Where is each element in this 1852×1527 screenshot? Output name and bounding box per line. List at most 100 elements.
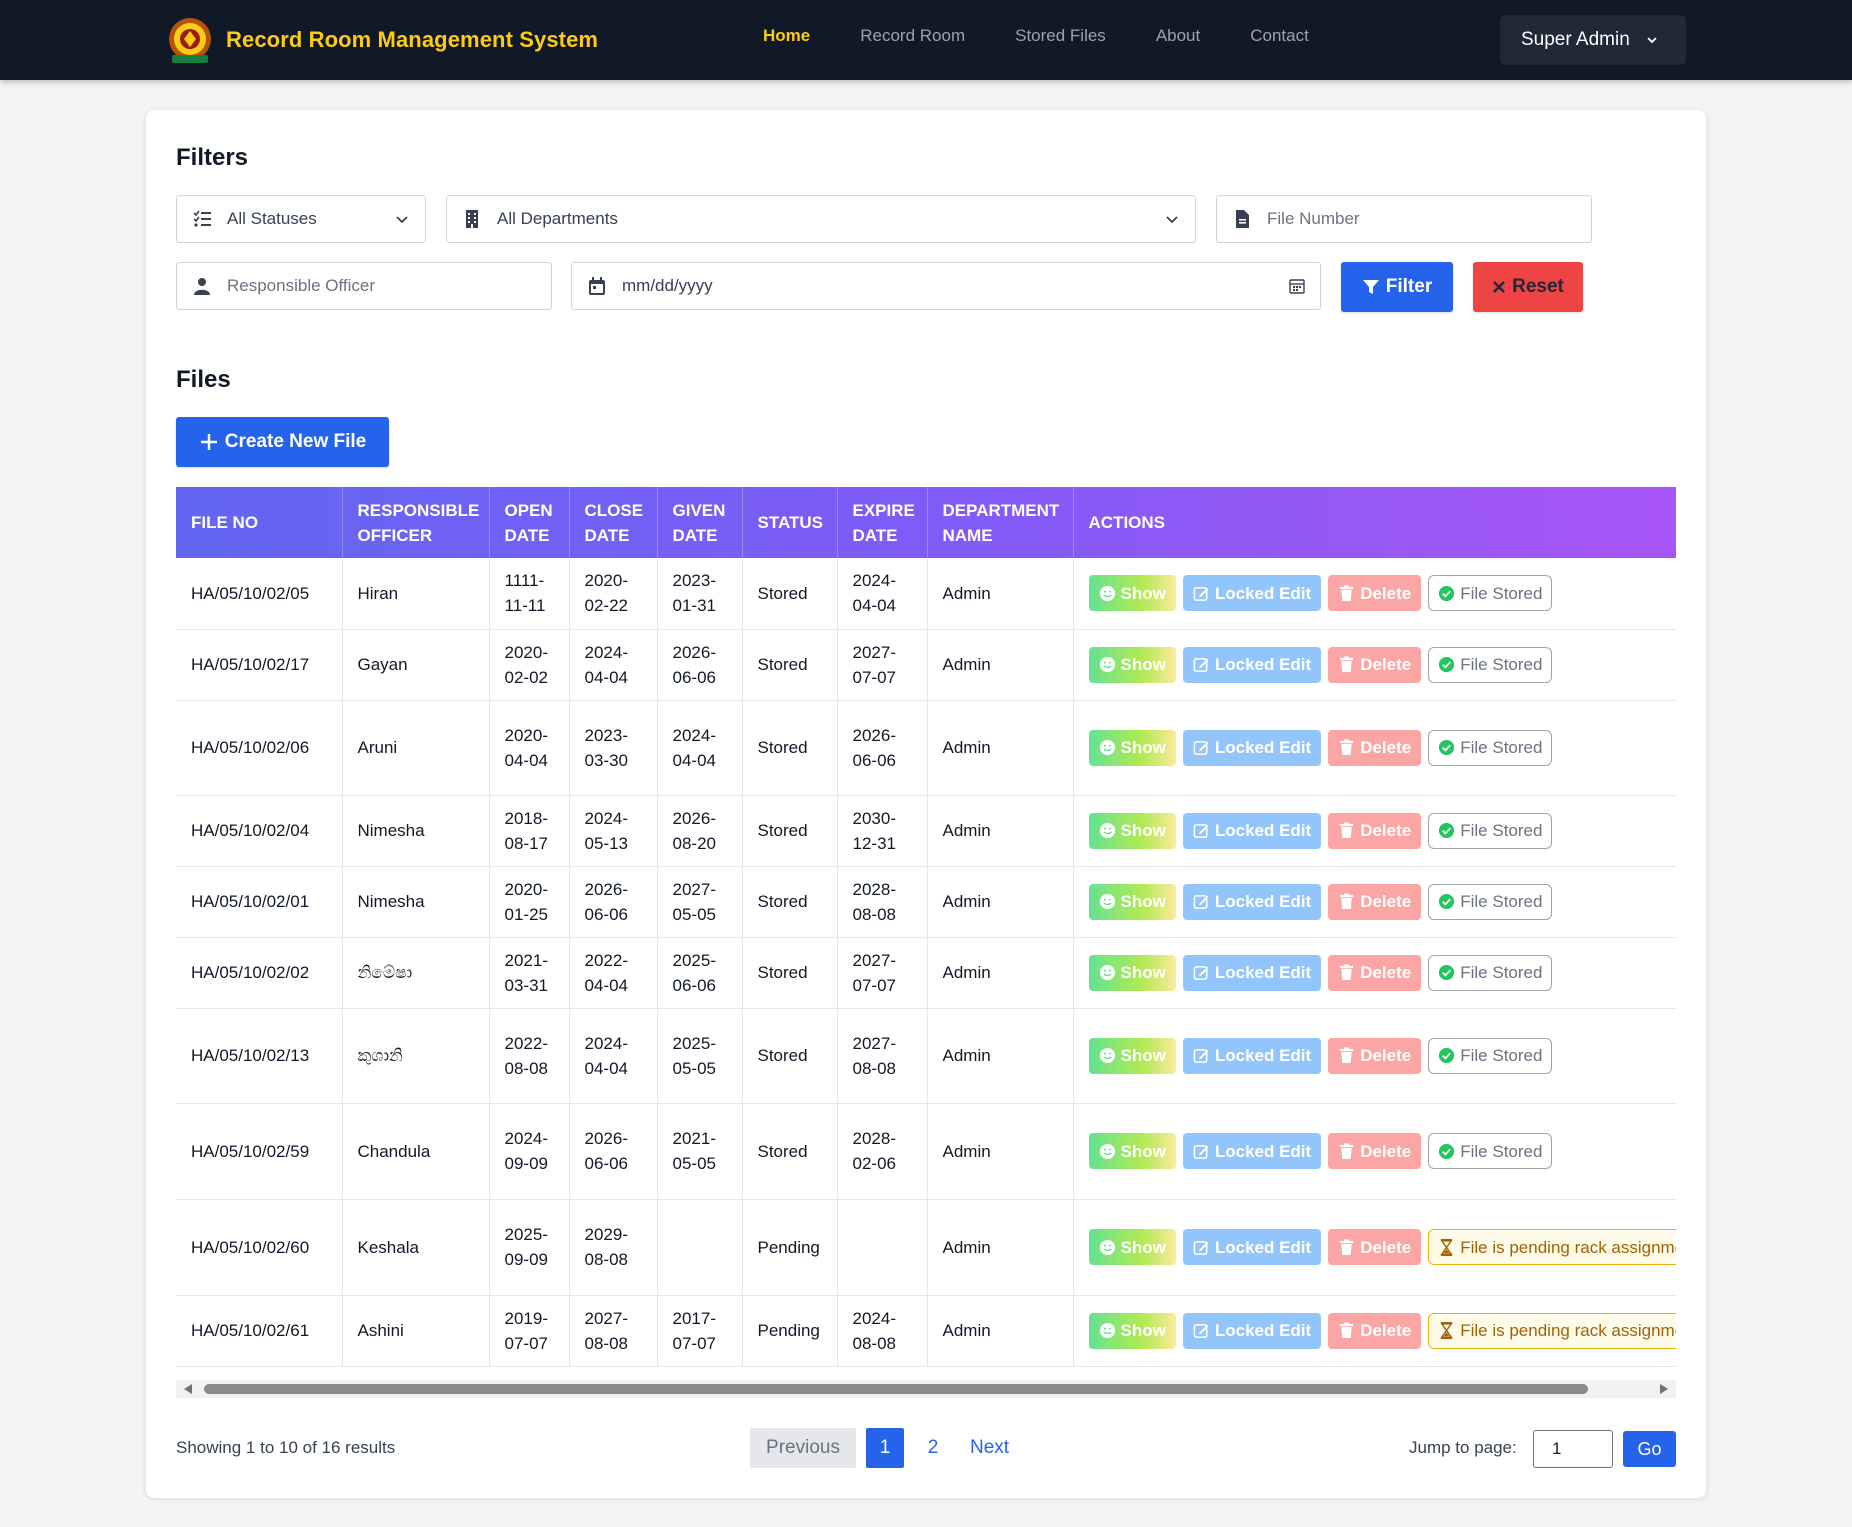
brand[interactable]: Record Room Management System — [166, 14, 598, 66]
reset-button[interactable]: Reset — [1473, 262, 1583, 312]
cell-dept: Admin — [927, 629, 1074, 701]
nav-link-record-room[interactable]: Record Room — [860, 26, 965, 46]
nav-link-home[interactable]: Home — [763, 26, 810, 46]
show-button[interactable]: Show — [1088, 1312, 1176, 1349]
previous-page-button[interactable]: Previous — [750, 1428, 856, 1468]
cell-officer: Ashini — [342, 1295, 490, 1367]
filter-button[interactable]: Filter — [1341, 262, 1453, 312]
show-button[interactable]: Show — [1088, 1133, 1176, 1169]
locked-edit-button[interactable]: Locked Edit — [1182, 575, 1322, 612]
show-button[interactable]: Show — [1088, 729, 1176, 766]
scroll-left-arrow-icon[interactable] — [184, 1384, 192, 1394]
column-header: ACTIONS — [1088, 513, 1166, 532]
date-picker-icon[interactable] — [1288, 277, 1306, 295]
cell-actions: Show Locked Edit Delete File Stored — [1073, 1008, 1676, 1104]
status-select[interactable]: All Statuses — [176, 195, 426, 243]
delete-button[interactable]: Delete — [1328, 883, 1422, 920]
cell-officer: Keshala — [342, 1199, 490, 1296]
user-menu-button[interactable]: Super Admin — [1500, 15, 1686, 65]
cell-actions: Show Locked Edit Delete File Stored — [1073, 937, 1676, 1009]
smile-icon — [1099, 739, 1115, 756]
locked-edit-button[interactable]: Locked Edit — [1182, 1037, 1322, 1074]
cell-expire: 2028-02-06 — [837, 1103, 928, 1200]
delete-button[interactable]: Delete — [1328, 575, 1422, 612]
show-button[interactable]: Show — [1088, 1229, 1176, 1265]
file-number-field[interactable]: File Number — [1216, 195, 1592, 243]
cell-file-no: HA/05/10/02/59 — [176, 1103, 343, 1200]
locked-edit-button[interactable]: Locked Edit — [1182, 1312, 1322, 1349]
create-new-file-button[interactable]: Create New File — [176, 417, 389, 467]
next-page-button[interactable]: Next — [970, 1437, 1009, 1459]
cell-officer: කුශානි — [342, 1008, 490, 1104]
list-check-icon — [191, 208, 213, 230]
file-state-badge[interactable]: File is pending rack assignment — [1428, 1229, 1676, 1265]
horizontal-scrollbar[interactable] — [176, 1380, 1676, 1398]
cell-file-no: HA/05/10/02/01 — [176, 866, 343, 938]
file-state-label: File Stored — [1460, 1141, 1543, 1161]
delete-button[interactable]: Delete — [1328, 954, 1422, 991]
show-button[interactable]: Show — [1088, 812, 1176, 849]
locked-edit-button[interactable]: Locked Edit — [1182, 812, 1322, 849]
check-circle-icon — [1439, 656, 1455, 673]
cell-dept: Admin — [927, 1103, 1074, 1200]
file-state-badge[interactable]: File Stored — [1428, 954, 1553, 991]
date-field[interactable]: mm/dd/yyyy — [571, 262, 1321, 310]
show-button[interactable]: Show — [1088, 954, 1176, 991]
show-button[interactable]: Show — [1088, 1037, 1176, 1074]
department-select[interactable]: All Departments — [446, 195, 1196, 243]
show-label: Show — [1120, 1046, 1166, 1065]
cell-close: 2029-08-08 — [569, 1199, 658, 1296]
files-table-container[interactable]: FILE NO RESPONSIBLE OFFICER OPEN DATE CLOSE… — [176, 487, 1676, 1367]
delete-button[interactable]: Delete — [1328, 646, 1422, 683]
locked-edit-button[interactable]: Locked Edit — [1182, 954, 1322, 991]
delete-button[interactable]: Delete — [1328, 729, 1422, 766]
delete-button[interactable]: Delete — [1328, 1229, 1422, 1265]
responsible-officer-field[interactable]: Responsible Officer — [176, 262, 552, 310]
cell-open: 2024-09-09 — [489, 1103, 570, 1200]
nav-link-contact[interactable]: Contact — [1250, 26, 1309, 46]
file-state-label: File is pending rack assignment — [1460, 1321, 1676, 1340]
file-state-badge[interactable]: File Stored — [1428, 1037, 1553, 1074]
top-navbar: Record Room Management System Home Record… — [0, 0, 1852, 80]
cell-file-no: HA/05/10/02/13 — [176, 1008, 343, 1104]
locked-edit-button[interactable]: Locked Edit — [1182, 1229, 1322, 1265]
locked-edit-button[interactable]: Locked Edit — [1182, 883, 1322, 920]
show-button[interactable]: Show — [1088, 575, 1176, 612]
cell-expire: 2027-07-07 — [837, 629, 928, 701]
delete-button[interactable]: Delete — [1328, 1312, 1422, 1349]
page-2-button[interactable]: 2 — [914, 1428, 952, 1468]
table-row: HA/05/10/02/04 Nimesha 2018-08-17 2024-05-1… — [176, 795, 1676, 867]
delete-button[interactable]: Delete — [1328, 812, 1422, 849]
cell-given: 2024-04-04 — [657, 700, 743, 796]
delete-label: Delete — [1360, 1237, 1412, 1257]
locked-edit-button[interactable]: Locked Edit — [1182, 729, 1322, 766]
locked-edit-button[interactable]: Locked Edit — [1182, 1133, 1322, 1169]
file-state-badge[interactable]: File Stored — [1428, 812, 1553, 849]
delete-button[interactable]: Delete — [1328, 1037, 1422, 1074]
cell-officer: Nimesha — [342, 795, 490, 867]
cell-officer: Gayan — [342, 629, 490, 701]
emblem-logo — [166, 15, 214, 65]
show-button[interactable]: Show — [1088, 883, 1176, 920]
delete-label: Delete — [1360, 892, 1412, 911]
page-1-button[interactable]: 1 — [866, 1428, 904, 1468]
jump-to-page-input[interactable] — [1533, 1430, 1613, 1468]
file-state-badge[interactable]: File Stored — [1428, 646, 1553, 683]
delete-button[interactable]: Delete — [1328, 1133, 1422, 1169]
nav-link-stored-files[interactable]: Stored Files — [1015, 26, 1106, 46]
nav-link-about[interactable]: About — [1156, 26, 1200, 46]
file-state-badge[interactable]: File Stored — [1428, 575, 1553, 612]
file-state-badge[interactable]: File Stored — [1428, 883, 1553, 920]
scroll-right-arrow-icon[interactable] — [1660, 1384, 1668, 1394]
scrollbar-thumb[interactable] — [204, 1384, 1588, 1394]
go-button[interactable]: Go — [1623, 1431, 1676, 1467]
status-select-value: All Statuses — [227, 209, 317, 228]
file-state-badge[interactable]: File Stored — [1428, 729, 1553, 766]
cell-status: Stored — [742, 937, 838, 1009]
locked-edit-label: Locked Edit — [1214, 583, 1312, 603]
file-state-badge[interactable]: File is pending rack assignment — [1428, 1312, 1676, 1349]
file-state-badge[interactable]: File Stored — [1428, 1133, 1553, 1169]
show-button[interactable]: Show — [1088, 646, 1176, 683]
locked-edit-label: Locked Edit — [1214, 892, 1312, 911]
locked-edit-button[interactable]: Locked Edit — [1182, 646, 1322, 683]
